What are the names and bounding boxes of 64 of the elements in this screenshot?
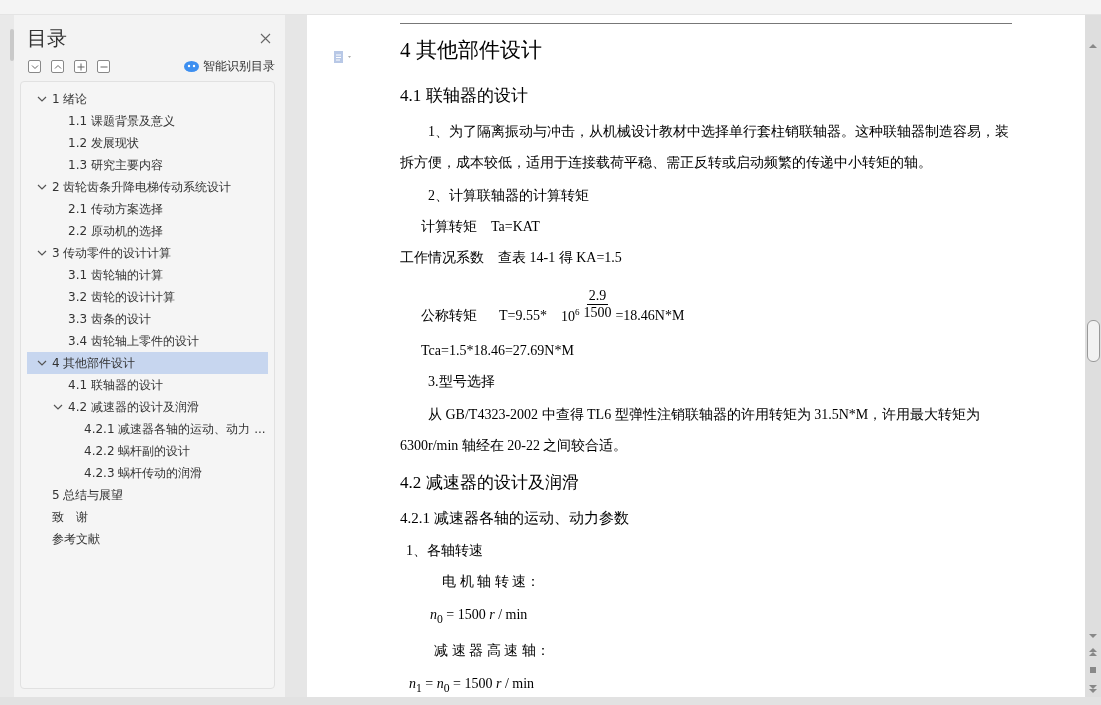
panel-title: 目录 [27, 25, 67, 52]
toc-item[interactable]: 致 谢 [27, 506, 268, 528]
formula: n$_{1}$ = n$_{0}$ = 1500 r / min [409, 675, 535, 695]
toc-item[interactable]: 3.3 齿条的设计 [27, 308, 268, 330]
text-value: Ta=KAT [491, 218, 540, 235]
text-line: 3.型号选择 [428, 372, 495, 391]
chevron-icon[interactable] [53, 402, 63, 412]
toc-item[interactable]: 1.3 研究主要内容 [27, 154, 268, 176]
horizontal-scrollbar[interactable] [0, 697, 1101, 705]
text-label: 计算转矩 [421, 217, 477, 236]
text-line: 2、计算联轴器的计算转矩 [428, 186, 589, 205]
plus-icon [76, 62, 85, 71]
toc-item[interactable]: 3.1 齿轮轴的计算 [27, 264, 268, 286]
toc-item[interactable]: 4.2.1 减速器各轴的运动、动力 ... [27, 418, 268, 440]
toc-item[interactable]: 1.1 课题背景及意义 [27, 110, 268, 132]
paragraph: 从 GB/T4323-2002 中查得 TL6 型弹性注销联轴器的许用转矩为 31.5N*M，许用最大转矩为 6300r/min 轴经在 20-22 之间较合适。 [400, 406, 982, 455]
toc-item[interactable]: 4.1 联轴器的设计 [27, 374, 268, 396]
toc-item[interactable]: 3.4 齿轮轴上零件的设计 [27, 330, 268, 352]
toc-item[interactable]: 4.2 减速器的设计及润滑 [27, 396, 268, 418]
toc-item[interactable]: 2.1 传动方案选择 [27, 198, 268, 220]
toc-item[interactable]: 4.2.3 蜗杆传动的润滑 [27, 462, 268, 484]
chevron-down-icon [30, 62, 39, 71]
robot-face-icon [184, 61, 199, 72]
toc-item[interactable]: 2.2 原动机的选择 [27, 220, 268, 242]
toc-item[interactable]: 1.2 发展现状 [27, 132, 268, 154]
fraction: 2.9 1500 [583, 287, 612, 321]
scroll-up-icon[interactable] [1089, 43, 1097, 49]
chevron-icon[interactable] [37, 248, 47, 258]
text-line: 1、各轴转速 [406, 541, 483, 560]
chevron-icon[interactable] [37, 94, 47, 104]
text-line: Tca=1.5*18.46=27.69N*M [421, 342, 574, 359]
expand-all-button[interactable] [28, 60, 41, 73]
toc-item[interactable]: 5 总结与展望 [27, 484, 268, 506]
toc-item[interactable]: 参考文献 [27, 528, 268, 550]
formula-text: T=9.55* [499, 308, 547, 324]
scrollbar-thumb[interactable] [1086, 320, 1100, 362]
text-value: 查表 14-1 得 KA=1.5 [498, 248, 622, 267]
toc-item[interactable]: 3 传动零件的设计计算 [27, 242, 268, 264]
toc-item[interactable]: 2 齿轮齿条升降电梯传动系统设计 [27, 176, 268, 198]
text-label: 公称转矩 [421, 307, 477, 325]
text-label: 工作情况系数 [400, 248, 484, 267]
chevron-icon[interactable] [37, 182, 47, 192]
smart-toc-button[interactable]: 智能识别目录 [184, 58, 275, 75]
formula: n$_{0}$ = 1500 r / min [430, 606, 528, 626]
formula-text: =18.46N*M [615, 308, 685, 324]
heading: 4.2 减速器的设计及润滑 [400, 471, 579, 494]
text-line: 减 速 器 高 速 轴： [434, 641, 550, 660]
toc-item[interactable]: 3.2 齿轮的设计计算 [27, 286, 268, 308]
chevron-icon[interactable] [37, 358, 47, 368]
paragraph: 1、为了隔离振动与冲击，从机械设计教材中选择单行套柱销联轴器。这种联轴器制造容易，装拆方便，成本较低，适用于连接载荷平稳、需正反转或启动频繁的传递中小转矩的轴。 [400, 123, 1010, 172]
page-navigation-icon[interactable] [1089, 633, 1097, 693]
collapse-all-button[interactable] [51, 60, 64, 73]
add-level-button[interactable] [74, 60, 87, 73]
heading: 4.1 联轴器的设计 [400, 84, 528, 107]
heading: 4.2.1 减速器各轴的运动、动力参数 [400, 508, 629, 528]
formula-power: 10$^{6}$ [560, 307, 580, 325]
toc-item[interactable]: 1 绪论 [27, 88, 268, 110]
text-line: 电 机 轴 转 速： [442, 572, 540, 591]
remove-level-button[interactable] [97, 60, 110, 73]
heading: 4 其他部件设计 [400, 37, 542, 64]
close-icon[interactable] [260, 33, 271, 44]
toc-item[interactable]: 4.2.2 蜗杆副的设计 [27, 440, 268, 462]
toc-item[interactable]: 4 其他部件设计 [27, 352, 268, 374]
chevron-up-icon [53, 62, 62, 71]
